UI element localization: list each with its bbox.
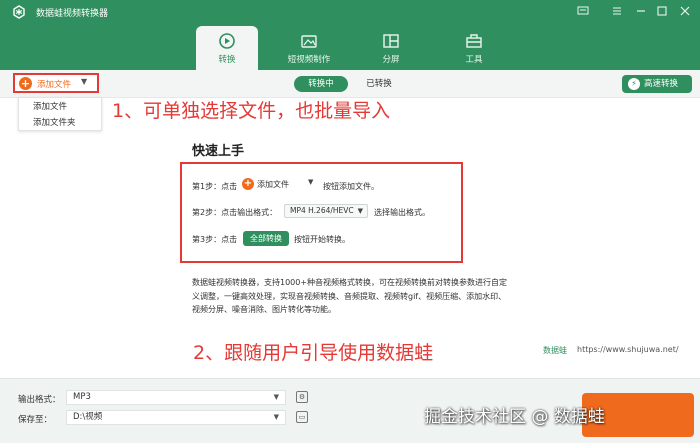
tab-converted[interactable]: 已转换 <box>356 76 402 92</box>
save-to-select[interactable]: D:\视频 ▼ <box>66 410 286 425</box>
tab-tools[interactable]: 工具 <box>443 26 505 70</box>
dropdown-item-add-file[interactable]: 添加文件 <box>19 99 103 115</box>
annotation-step2: 2、跟随用户引导使用数据蛙 <box>193 342 434 364</box>
title-bar: 数据蛙视频转换器 <box>0 0 700 26</box>
maximize-icon[interactable] <box>655 5 669 19</box>
high-speed-convert-label: 高速转换 <box>644 79 679 89</box>
tab-tools-label: 工具 <box>465 55 483 65</box>
menu-icon[interactable] <box>610 5 624 19</box>
add-file-dropdown: 添加文件 添加文件夹 <box>18 97 102 131</box>
save-to-label: 保存至： <box>18 415 53 425</box>
step2-prefix: 第2步：点击输出格式： <box>192 208 278 217</box>
convert-all-button[interactable]: 全部转换 <box>243 231 289 246</box>
tab-split-screen-label: 分屏 <box>382 55 400 65</box>
output-format-inline-value: MP4 H.264/HEVC <box>290 206 354 215</box>
tab-short-video-label: 短视频制作 <box>287 55 331 65</box>
chevron-down-icon: ▼ <box>273 393 279 401</box>
footer-brand: 数据蛙 <box>543 346 567 355</box>
minimize-icon[interactable] <box>634 5 648 19</box>
output-format-label: 输出格式： <box>18 395 61 405</box>
step1-add-file-label: 添加文件 <box>257 180 289 189</box>
step3-prefix: 第3步：点击 <box>192 235 238 244</box>
plus-icon: + <box>19 77 32 90</box>
format-settings-icon[interactable]: ⚙ <box>296 391 308 403</box>
chevron-down-icon: ▼ <box>273 413 279 421</box>
step1-add-file-button[interactable]: + 添加文件 ▼ <box>242 177 320 191</box>
quickstart-title: 快速上手 <box>192 144 245 159</box>
message-icon[interactable] <box>576 5 590 19</box>
app-title: 数据蛙视频转换器 <box>36 9 109 19</box>
chevron-down-icon: ▼ <box>308 178 314 186</box>
add-file-label: 添加文件 <box>37 80 72 90</box>
toolbar: + 添加文件 ▼ 转换中 已转换 ⚡ 高速转换 <box>0 70 700 98</box>
plus-icon: + <box>242 178 254 190</box>
save-to-value: D:\视频 <box>73 412 103 422</box>
chevron-down-icon: ▼ <box>357 207 363 215</box>
main-nav: 转换 短视频制作 分屏 工具 <box>0 26 700 70</box>
watermark: 掘金技术社区 @ 数据蛙 <box>424 407 605 427</box>
split-screen-icon <box>383 34 399 48</box>
tab-short-video[interactable]: 短视频制作 <box>278 26 340 70</box>
short-video-icon <box>301 35 317 48</box>
app-logo-icon <box>13 5 25 19</box>
high-speed-convert-button[interactable]: ⚡ 高速转换 <box>622 75 692 93</box>
output-format-select[interactable]: MP3 ▼ <box>66 390 286 405</box>
folder-icon[interactable]: ▭ <box>296 411 308 423</box>
close-icon[interactable] <box>678 5 692 19</box>
chevron-down-icon[interactable]: ▼ <box>81 77 87 86</box>
dropdown-item-add-folder[interactable]: 添加文件夹 <box>19 115 103 131</box>
tab-convert-label: 转换 <box>218 55 236 65</box>
step2-suffix: 选择输出格式。 <box>374 208 430 217</box>
app-description: 数据蛙视频转换器，支持1000+种音视频格式转换，可在视频转换前对转换参数进行自… <box>192 278 508 314</box>
step3-suffix: 按钮开始转换。 <box>294 235 350 244</box>
tab-convert[interactable]: 转换 <box>196 26 258 70</box>
tab-split-screen[interactable]: 分屏 <box>360 26 422 70</box>
step1-suffix: 按钮添加文件。 <box>323 182 379 191</box>
output-format-select-inline[interactable]: MP4 H.264/HEVC ▼ <box>284 204 368 218</box>
step1-prefix: 第1步：点击 <box>192 182 238 191</box>
convert-icon <box>219 33 235 49</box>
lightning-icon: ⚡ <box>628 78 640 90</box>
tab-converting[interactable]: 转换中 <box>294 76 348 92</box>
annotation-step1: 1、可单独选择文件，也批量导入 <box>112 100 391 122</box>
output-format-value: MP3 <box>73 392 91 402</box>
toolbox-icon <box>466 34 482 48</box>
add-file-button[interactable]: + 添加文件 ▼ <box>13 73 99 93</box>
footer-url[interactable]: https://www.shujuwa.net/ <box>577 345 679 354</box>
